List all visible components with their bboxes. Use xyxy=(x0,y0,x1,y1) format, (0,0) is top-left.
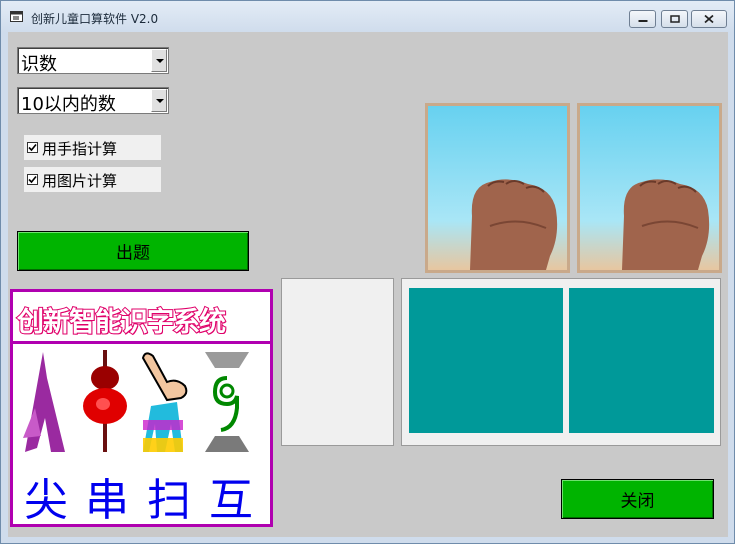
skewer-icon xyxy=(83,350,127,452)
answer-box-left[interactable] xyxy=(409,288,563,433)
close-window-button[interactable] xyxy=(691,10,727,28)
range-combo-value: 10以内的数 xyxy=(21,94,116,115)
close-icon xyxy=(704,14,714,24)
hanzi-char-4: 互 xyxy=(209,475,253,526)
window-title: 创新儿童口算软件 V2.0 xyxy=(31,12,159,26)
number-nine-icon xyxy=(205,352,249,452)
restore-icon xyxy=(669,15,680,23)
close-button[interactable]: 关闭 xyxy=(561,479,714,519)
app-window: 创新儿童口算软件 V2.0 识数 10以内的数 用手指计算 用图片计算 出题 创… xyxy=(0,0,735,544)
mode-combo-value: 识数 xyxy=(21,54,57,75)
question-button-label: 出题 xyxy=(116,243,150,264)
picture-checkbox[interactable]: 用图片计算 xyxy=(24,167,161,192)
picture-checkbox-label: 用图片计算 xyxy=(42,172,118,190)
finger-checkbox-label: 用手指计算 xyxy=(42,140,118,158)
answer-box-right[interactable] xyxy=(569,288,714,433)
checkbox-checked-icon[interactable] xyxy=(27,142,38,153)
literacy-banner: 创新智能识字系统 xyxy=(13,292,270,344)
fist-image-left xyxy=(425,103,570,273)
fist-icon xyxy=(470,179,558,270)
checkbox-checked-icon[interactable] xyxy=(27,174,38,185)
middle-display-panel xyxy=(281,278,394,446)
minimize-icon xyxy=(638,20,647,22)
question-button[interactable]: 出题 xyxy=(17,231,249,271)
title-bar[interactable]: 创新儿童口算软件 V2.0 xyxy=(1,1,734,33)
app-icon xyxy=(10,11,23,22)
literacy-panel: 创新智能识字系统 尖 串 扫 互 xyxy=(10,289,273,527)
client-area: 识数 10以内的数 用手指计算 用图片计算 出题 创新智能识字系统 尖 串 扫 … xyxy=(8,32,728,537)
finger-checkbox[interactable]: 用手指计算 xyxy=(24,135,161,160)
chevron-down-icon[interactable] xyxy=(151,89,167,112)
chevron-down-icon[interactable] xyxy=(151,49,167,72)
banner-text: 创新智能识字系统 xyxy=(16,306,227,339)
range-combo[interactable]: 10以内的数 xyxy=(17,87,169,115)
hand-sweep-icon xyxy=(141,352,188,452)
mode-combo[interactable]: 识数 xyxy=(17,47,169,75)
maximize-button[interactable] xyxy=(661,10,688,28)
answer-panel xyxy=(401,278,721,446)
minimize-button[interactable] xyxy=(629,10,656,28)
fist-icon xyxy=(622,179,710,270)
close-button-label: 关闭 xyxy=(620,491,655,512)
pointed-figure-icon xyxy=(23,352,65,452)
hanzi-char-2: 串 xyxy=(85,475,129,526)
hanzi-char-3: 扫 xyxy=(147,475,191,526)
fist-image-right xyxy=(577,103,722,273)
hanzi-char-1: 尖 xyxy=(24,475,68,526)
